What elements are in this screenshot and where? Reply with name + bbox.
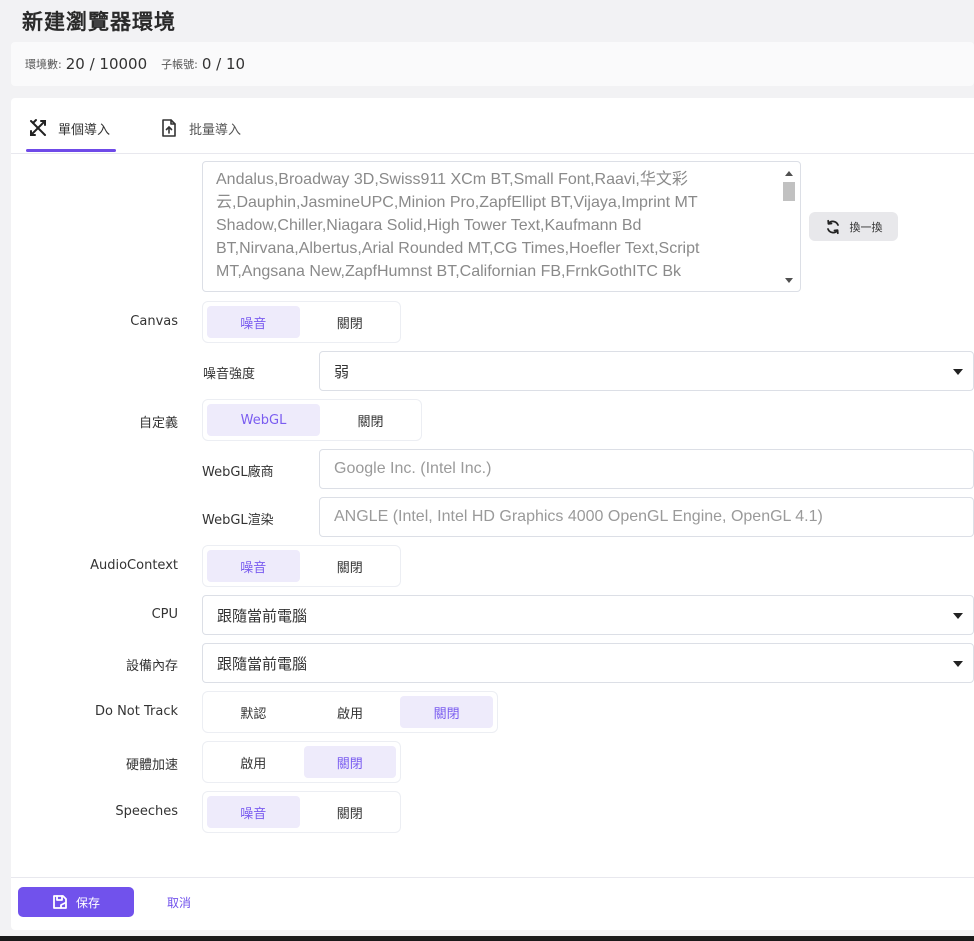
tools-icon bbox=[28, 118, 48, 138]
refresh-fonts-label: 換一換 bbox=[849, 221, 883, 234]
page-title: 新建瀏覽器環境 bbox=[22, 10, 176, 34]
bottom-edge bbox=[0, 936, 974, 941]
upload-file-icon bbox=[159, 118, 179, 138]
env-count-label: 環境數: bbox=[25, 58, 62, 71]
cpu-value: 跟隨當前電腦 bbox=[217, 606, 308, 625]
tab-batch-import-label: 批量導入 bbox=[189, 122, 242, 138]
save-button[interactable]: 保存 bbox=[18, 887, 134, 917]
cpu-select[interactable]: 跟隨當前電腦 bbox=[202, 595, 974, 635]
canvas-option-off[interactable]: 關閉 bbox=[304, 306, 397, 338]
speeches-segmented: 噪音 關閉 bbox=[202, 791, 401, 833]
scroll-thumb[interactable] bbox=[783, 182, 795, 201]
audio-option-off[interactable]: 關閉 bbox=[304, 550, 397, 582]
audio-context-label: AudioContext bbox=[90, 558, 178, 573]
memory-label: 設備內存 bbox=[125, 659, 178, 674]
audio-segmented: 噪音 關閉 bbox=[202, 545, 401, 587]
webgl-renderer-label: WebGL渲染 bbox=[202, 513, 274, 528]
env-count-value: 20 / 10000 bbox=[65, 55, 148, 73]
fonts-text: Andalus,Broadway 3D,Swiss911 XCm BT,Smal… bbox=[216, 171, 700, 280]
memory-select[interactable]: 跟隨當前電腦 bbox=[202, 643, 974, 683]
webgl-renderer-input[interactable] bbox=[319, 497, 974, 537]
scroll-down-arrow-icon[interactable] bbox=[785, 278, 793, 283]
tab-batch-import[interactable]: 批量導入 bbox=[159, 117, 241, 139]
form-footer: 保存 取消 bbox=[11, 877, 974, 930]
form-card: 單個導入 批量導入 Andalus,Broadway 3D,Swiss911 X… bbox=[11, 98, 974, 930]
noise-strength-select[interactable]: 弱 bbox=[319, 351, 974, 391]
hw-accel-option-enable[interactable]: 啟用 bbox=[207, 746, 300, 778]
webgl-option-webgl[interactable]: WebGL bbox=[207, 404, 320, 436]
noise-strength-value: 弱 bbox=[334, 362, 350, 381]
audio-option-noise[interactable]: 噪音 bbox=[207, 550, 300, 582]
cpu-label: CPU bbox=[151, 607, 178, 622]
canvas-segmented: 噪音 關閉 bbox=[202, 301, 401, 343]
scroll-up-arrow-icon[interactable] bbox=[785, 171, 793, 176]
webgl-segmented: WebGL 關閉 bbox=[202, 399, 422, 441]
save-button-label: 保存 bbox=[75, 895, 100, 910]
memory-value: 跟隨當前電腦 bbox=[217, 654, 308, 673]
tab-single-import[interactable]: 單個導入 bbox=[28, 117, 110, 139]
do-not-track-label: Do Not Track bbox=[94, 704, 178, 719]
canvas-label: Canvas bbox=[130, 314, 178, 329]
tab-bar: 單個導入 批量導入 bbox=[11, 98, 974, 154]
webgl-vendor-input[interactable] bbox=[319, 449, 974, 489]
webgl-vendor-label: WebGL廠商 bbox=[202, 465, 274, 480]
hw-accel-label: 硬體加速 bbox=[125, 758, 178, 773]
tab-single-import-label: 單個導入 bbox=[58, 122, 111, 138]
chevron-down-icon bbox=[953, 369, 963, 375]
chevron-down-icon bbox=[953, 613, 963, 619]
hw-accel-segmented: 啟用 關閉 bbox=[202, 741, 401, 783]
fonts-textarea[interactable]: Andalus,Broadway 3D,Swiss911 XCm BT,Smal… bbox=[202, 161, 801, 292]
speeches-option-off[interactable]: 關閉 bbox=[304, 796, 397, 828]
sub-account-value: 0 / 10 bbox=[201, 55, 246, 73]
cancel-button[interactable]: 取消 bbox=[167, 894, 191, 911]
speeches-option-noise[interactable]: 噪音 bbox=[207, 796, 300, 828]
canvas-option-noise[interactable]: 噪音 bbox=[207, 306, 300, 338]
chevron-down-icon bbox=[953, 661, 963, 667]
dnt-segmented: 默認 啟用 關閉 bbox=[202, 691, 498, 733]
stats-bar: 環境數: 20 / 10000 子帳號: 0 / 10 bbox=[11, 42, 974, 86]
webgl-custom-label: 自定義 bbox=[138, 416, 178, 431]
speeches-label: Speeches bbox=[115, 804, 178, 819]
active-tab-indicator bbox=[26, 149, 116, 152]
dnt-option-off[interactable]: 關閉 bbox=[400, 696, 494, 728]
dnt-option-default[interactable]: 默認 bbox=[207, 696, 300, 728]
noise-strength-label: 噪音強度 bbox=[203, 367, 256, 382]
sub-account-label: 子帳號: bbox=[161, 58, 198, 71]
refresh-fonts-button[interactable]: 換一換 bbox=[809, 212, 898, 241]
webgl-option-off[interactable]: 關閉 bbox=[324, 404, 417, 436]
fonts-scrollbar[interactable] bbox=[782, 168, 796, 285]
hw-accel-option-off[interactable]: 關閉 bbox=[303, 746, 396, 778]
dnt-option-enable[interactable]: 啟用 bbox=[304, 696, 397, 728]
refresh-icon bbox=[825, 219, 841, 235]
save-icon bbox=[52, 894, 68, 910]
